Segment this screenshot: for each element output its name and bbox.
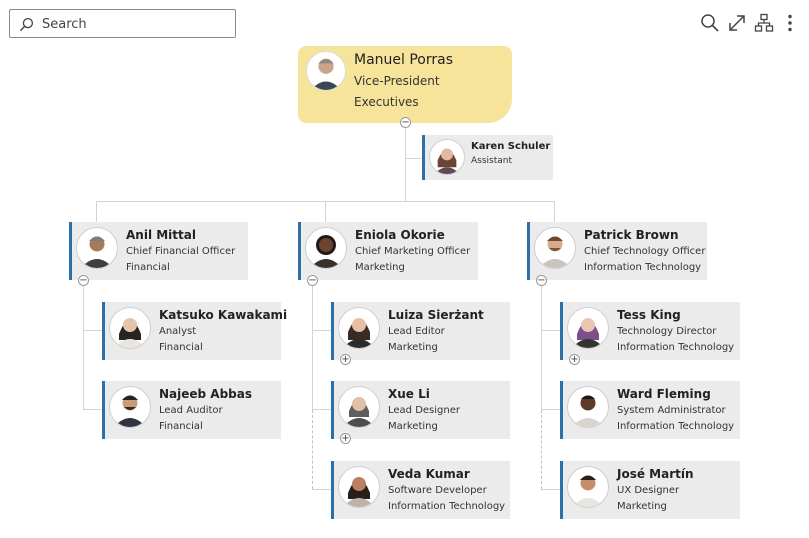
avatar <box>429 139 465 175</box>
card-xue-li[interactable]: Xue Li Lead Designer Marketing <box>331 381 510 439</box>
connector <box>312 410 313 489</box>
employee-name: Anil Mittal <box>126 228 196 242</box>
employee-name: Najeeb Abbas <box>159 387 253 401</box>
employee-department: Information Technology <box>617 421 735 432</box>
card-ward-fleming[interactable]: Ward Fleming System Administrator Inform… <box>560 381 740 439</box>
collapse-toggle[interactable]: − <box>536 275 547 286</box>
connector <box>325 201 326 222</box>
avatar <box>109 307 151 349</box>
search-box[interactable] <box>9 9 236 38</box>
employee-name: Katsuko Kawakami <box>159 308 288 322</box>
card-katsuko-kawakami[interactable]: Katsuko Kawakami Analyst Financial <box>102 302 287 360</box>
connector <box>541 409 560 410</box>
connector <box>83 330 102 331</box>
employee-name: Luiza Sierżant <box>388 308 484 322</box>
avatar <box>567 307 609 349</box>
employee-title: System Administrator <box>617 405 726 416</box>
avatar <box>306 51 346 91</box>
employee-title: Analyst <box>159 326 197 337</box>
avatar <box>305 227 347 269</box>
avatar <box>567 466 609 508</box>
connector <box>312 489 331 490</box>
employee-title: Chief Financial Officer <box>126 246 236 257</box>
card-karen-schuler[interactable]: Karen Schuler Assistant <box>422 135 553 180</box>
employee-department: Financial <box>159 421 203 432</box>
card-luiza-sierzant[interactable]: Luiza Sierżant Lead Editor Marketing <box>331 302 510 360</box>
connector <box>312 409 331 410</box>
employee-title: Vice-President <box>354 74 440 88</box>
employee-department: Marketing <box>617 501 667 512</box>
employee-name: Ward Fleming <box>617 387 711 401</box>
employee-title: Assistant <box>471 156 513 166</box>
collapse-toggle[interactable]: − <box>78 275 89 286</box>
employee-department: Information Technology <box>584 262 702 273</box>
employee-name: Manuel Porras <box>354 52 454 68</box>
employee-name: Veda Kumar <box>388 467 470 481</box>
avatar <box>338 386 380 428</box>
card-veda-kumar[interactable]: Veda Kumar Software Developer Informatio… <box>331 461 510 519</box>
connector <box>541 410 542 489</box>
collapse-toggle[interactable]: − <box>400 117 411 128</box>
search-icon[interactable] <box>700 13 720 33</box>
employee-title: Chief Technology Officer <box>584 246 706 257</box>
avatar <box>534 227 576 269</box>
expand-toggle[interactable]: + <box>340 354 351 365</box>
card-jose-martin[interactable]: José Martín UX Designer Marketing <box>560 461 740 519</box>
connector <box>541 285 542 410</box>
org-layout-icon[interactable] <box>754 13 774 33</box>
connector <box>541 489 560 490</box>
card-tess-king[interactable]: Tess King Technology Director Informatio… <box>560 302 740 360</box>
search-icon <box>19 17 34 32</box>
employee-department: Information Technology <box>617 342 735 353</box>
employee-title: Lead Editor <box>388 326 445 337</box>
employee-title: Lead Designer <box>388 405 460 416</box>
employee-department: Marketing <box>388 421 438 432</box>
card-patrick-brown[interactable]: Patrick Brown Chief Technology Officer I… <box>527 222 707 280</box>
employee-name: Eniola Okorie <box>355 228 445 242</box>
connector <box>96 201 97 222</box>
card-eniola-okorie[interactable]: Eniola Okorie Chief Marketing Officer Ma… <box>298 222 478 280</box>
expand-toggle[interactable]: + <box>569 354 580 365</box>
collapse-toggle[interactable]: − <box>307 275 318 286</box>
connector <box>405 127 406 201</box>
avatar <box>338 307 380 349</box>
employee-name: Tess King <box>617 308 681 322</box>
search-input[interactable] <box>42 14 227 34</box>
employee-department: Financial <box>126 262 170 273</box>
employee-title: Lead Auditor <box>159 405 223 416</box>
expand-icon[interactable] <box>727 13 747 33</box>
employee-name: Karen Schuler <box>471 141 551 152</box>
employee-title: UX Designer <box>617 485 680 496</box>
avatar <box>338 466 380 508</box>
employee-title: Technology Director <box>617 326 717 337</box>
employee-title: Software Developer <box>388 485 487 496</box>
connector <box>541 330 560 331</box>
connector <box>83 285 84 410</box>
connector <box>405 158 422 159</box>
avatar <box>109 386 151 428</box>
employee-department: Information Technology <box>388 501 506 512</box>
card-anil-mittal[interactable]: Anil Mittal Chief Financial Officer Fina… <box>69 222 248 280</box>
employee-title: Chief Marketing Officer <box>355 246 471 257</box>
employee-department: Financial <box>159 342 203 353</box>
avatar <box>567 386 609 428</box>
connector <box>312 285 313 410</box>
root-card-manuel-porras[interactable]: Manuel Porras Vice-President Executives <box>298 46 512 123</box>
employee-department: Marketing <box>355 262 405 273</box>
card-najeeb-abbas[interactable]: Najeeb Abbas Lead Auditor Financial <box>102 381 281 439</box>
employee-name: José Martín <box>617 467 694 481</box>
employee-department: Executives <box>354 95 419 109</box>
more-vertical-icon[interactable] <box>781 13 799 33</box>
employee-department: Marketing <box>388 342 438 353</box>
employee-name: Patrick Brown <box>584 228 679 242</box>
connector <box>312 330 331 331</box>
expand-toggle[interactable]: + <box>340 433 351 444</box>
employee-name: Xue Li <box>388 387 430 401</box>
connector <box>83 409 102 410</box>
avatar <box>76 227 118 269</box>
connector <box>554 201 555 222</box>
